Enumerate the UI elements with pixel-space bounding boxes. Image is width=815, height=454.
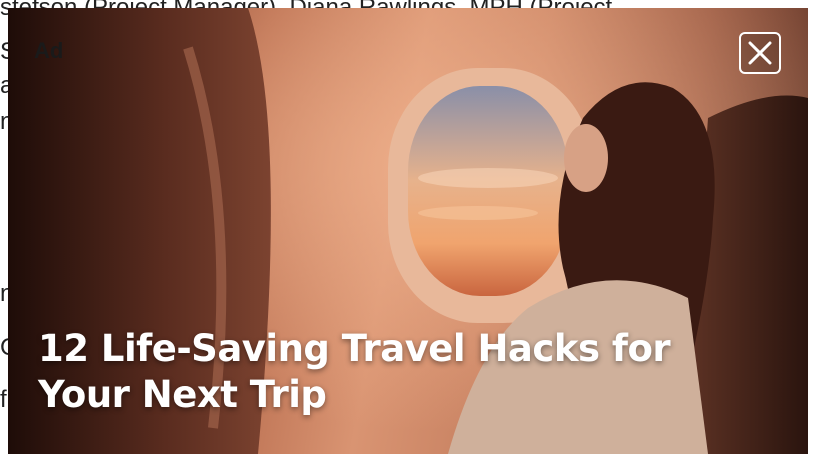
window-sky: [408, 86, 568, 296]
close-button[interactable]: [739, 32, 781, 74]
cloud-band: [418, 206, 538, 220]
ad-headline-line: 12 Life-Saving Travel Hacks for: [38, 327, 671, 370]
ad-overlay[interactable]: Ad 12 Life-Saving Travel Hacks for Your …: [8, 8, 808, 454]
close-icon: [748, 41, 772, 65]
cloud-band: [418, 168, 558, 188]
ad-headline-line: Your Next Trip: [38, 373, 327, 416]
woman-face: [564, 124, 608, 192]
article-text-line: f: [0, 386, 7, 413]
ad-headline[interactable]: 12 Life-Saving Travel Hacks for Your Nex…: [38, 326, 738, 418]
page: stefson (Project Manager), Diana Rawling…: [0, 0, 815, 454]
ad-label: Ad: [34, 38, 64, 63]
